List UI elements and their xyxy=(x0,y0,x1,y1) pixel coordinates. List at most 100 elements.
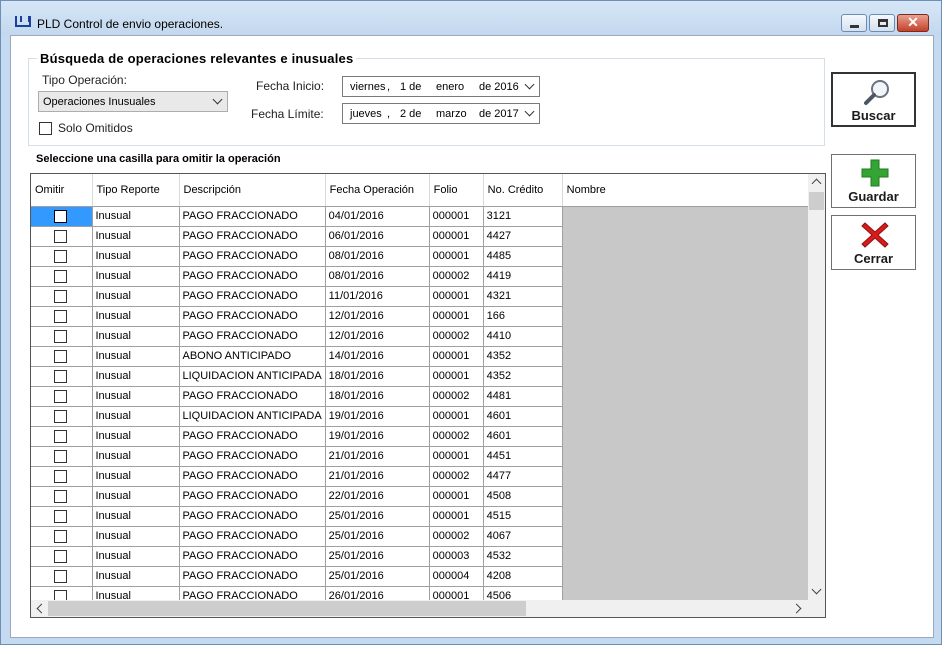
table-row[interactable]: Inusual PAGO FRACCIONADO 25/01/2016 000001 4… xyxy=(31,506,813,527)
col-header-omitir[interactable]: Omitir xyxy=(31,174,93,207)
omitir-checkbox[interactable] xyxy=(54,349,67,363)
omitir-checkbox[interactable] xyxy=(54,269,67,283)
omitir-checkbox[interactable] xyxy=(54,409,67,423)
table-row[interactable]: Inusual PAGO FRACCIONADO 21/01/2016 000002 4… xyxy=(31,466,813,487)
table-row[interactable]: Inusual PAGO FRACCIONADO 06/01/2016 000001 4… xyxy=(31,226,813,247)
table-row[interactable]: Inusual PAGO FRACCIONADO 08/01/2016 000002 4… xyxy=(31,266,813,287)
omitir-checkbox[interactable] xyxy=(54,509,67,523)
table-row[interactable]: Inusual PAGO FRACCIONADO 25/01/2016 000002 4… xyxy=(31,526,813,547)
omitir-cell[interactable] xyxy=(31,326,93,347)
table-row[interactable]: Inusual ABONO ANTICIPADO 14/01/2016 000001 4… xyxy=(31,346,813,367)
omitir-cell[interactable] xyxy=(31,406,93,427)
descripcion-cell: PAGO FRACCIONADO xyxy=(179,566,326,587)
col-header-descripcion[interactable]: Descripción xyxy=(179,174,326,207)
col-header-nombre[interactable]: Nombre xyxy=(562,174,813,207)
omitir-checkbox[interactable] xyxy=(54,369,67,383)
omitir-cell[interactable] xyxy=(31,366,93,387)
scroll-left-icon[interactable] xyxy=(36,603,47,614)
col-header-folio[interactable]: Folio xyxy=(429,174,484,207)
buscar-button[interactable]: Buscar xyxy=(831,72,916,127)
omitir-cell[interactable] xyxy=(31,226,93,247)
vertical-scroll-thumb[interactable] xyxy=(809,192,824,210)
omitir-checkbox[interactable] xyxy=(54,529,67,543)
table-row[interactable]: Inusual PAGO FRACCIONADO 12/01/2016 000002 4… xyxy=(31,326,813,347)
table-row[interactable]: Inusual PAGO FRACCIONADO 11/01/2016 000001 4… xyxy=(31,286,813,307)
table-row[interactable]: Inusual PAGO FRACCIONADO 12/01/2016 000001 1… xyxy=(31,306,813,327)
omitir-cell[interactable] xyxy=(31,426,93,447)
table-row[interactable]: Inusual PAGO FRACCIONADO 04/01/2016 000001 3… xyxy=(31,206,813,227)
table-row[interactable]: Inusual PAGO FRACCIONADO 25/01/2016 000003 4… xyxy=(31,546,813,567)
nombre-cell xyxy=(562,326,813,346)
table-row[interactable]: Inusual PAGO FRACCIONADO 18/01/2016 000002 4… xyxy=(31,386,813,407)
scroll-up-icon[interactable] xyxy=(811,178,822,189)
omitir-cell[interactable] xyxy=(31,266,93,287)
scroll-down-icon[interactable] xyxy=(811,584,822,595)
maximize-button[interactable] xyxy=(869,14,895,32)
fecha-operacion-cell: 25/01/2016 xyxy=(325,566,430,587)
solo-omitidos-checkbox[interactable] xyxy=(39,122,52,135)
omitir-checkbox[interactable] xyxy=(54,449,67,463)
tipo-reporte-cell: Inusual xyxy=(92,286,180,307)
omitir-checkbox[interactable] xyxy=(54,569,67,583)
omitir-checkbox[interactable] xyxy=(54,229,67,243)
scroll-right-icon[interactable] xyxy=(791,603,802,614)
omitir-cell[interactable] xyxy=(31,306,93,327)
fecha-limite-weekday: jueves xyxy=(350,108,382,120)
omitir-cell[interactable] xyxy=(31,206,93,227)
close-button[interactable]: ✕ xyxy=(897,14,929,32)
fecha-operacion-cell: 11/01/2016 xyxy=(325,286,430,307)
cerrar-button[interactable]: Cerrar xyxy=(831,215,916,270)
tipo-operacion-select[interactable]: Operaciones Inusuales xyxy=(38,91,228,112)
fecha-inicio-picker[interactable]: viernes , 1 de enero de 2016 xyxy=(342,76,540,97)
chevron-down-icon xyxy=(212,94,223,105)
fecha-operacion-cell: 14/01/2016 xyxy=(325,346,430,367)
table-row[interactable]: Inusual LIQUIDACION ANTICIPADA 19/01/2016 0… xyxy=(31,406,813,427)
table-row[interactable]: Inusual PAGO FRACCIONADO 21/01/2016 000001 4… xyxy=(31,446,813,467)
omitir-checkbox[interactable] xyxy=(54,549,67,563)
omitir-cell[interactable] xyxy=(31,506,93,527)
omitir-checkbox[interactable] xyxy=(54,389,67,403)
operations-grid[interactable]: Omitir Tipo Reporte Descripción Fecha Op… xyxy=(30,173,826,618)
omitir-cell[interactable] xyxy=(31,346,93,367)
omitir-cell[interactable] xyxy=(31,566,93,587)
vertical-scrollbar[interactable] xyxy=(808,174,825,600)
table-row[interactable]: Inusual PAGO FRACCIONADO 22/01/2016 000001 4… xyxy=(31,486,813,507)
omitir-cell[interactable] xyxy=(31,546,93,567)
omitir-cell[interactable] xyxy=(31,526,93,547)
omitir-cell[interactable] xyxy=(31,486,93,507)
table-row[interactable]: Inusual PAGO FRACCIONADO 08/01/2016 000001 4… xyxy=(31,246,813,267)
guardar-button[interactable]: Guardar xyxy=(831,154,916,208)
omitir-checkbox[interactable] xyxy=(54,429,67,443)
omitir-checkbox[interactable] xyxy=(54,489,67,503)
fecha-limite-picker[interactable]: jueves , 2 de marzo de 2017 xyxy=(342,103,540,124)
col-header-fecha-operacion[interactable]: Fecha Operación xyxy=(325,174,430,207)
omitir-cell[interactable] xyxy=(31,246,93,267)
omitir-checkbox[interactable] xyxy=(54,469,67,483)
descripcion-cell: PAGO FRACCIONADO xyxy=(179,466,326,487)
tipo-reporte-cell: Inusual xyxy=(92,566,180,587)
table-row[interactable]: Inusual LIQUIDACION ANTICIPADA 18/01/2016 0… xyxy=(31,366,813,387)
folio-cell: 000002 xyxy=(429,386,484,407)
tipo-reporte-cell: Inusual xyxy=(92,406,180,427)
omitir-checkbox[interactable] xyxy=(54,309,67,323)
table-row[interactable]: Inusual PAGO FRACCIONADO 19/01/2016 000002 4… xyxy=(31,426,813,447)
tipo-operacion-label: Tipo Operación: xyxy=(42,73,127,87)
fecha-operacion-cell: 18/01/2016 xyxy=(325,386,430,407)
omitir-cell[interactable] xyxy=(31,386,93,407)
col-header-no-credito[interactable]: No. Crédito xyxy=(483,174,563,207)
title-bar[interactable]: PLD Control de envio operaciones. ✕ xyxy=(1,1,941,35)
tipo-operacion-value: Operaciones Inusuales xyxy=(43,96,156,108)
table-row[interactable]: Inusual PAGO FRACCIONADO 25/01/2016 000004 4… xyxy=(31,566,813,587)
omitir-checkbox[interactable] xyxy=(54,249,67,263)
omitir-checkbox[interactable] xyxy=(54,289,67,303)
omitir-cell[interactable] xyxy=(31,466,93,487)
omitir-checkbox[interactable] xyxy=(54,329,67,343)
horizontal-scroll-thumb[interactable] xyxy=(48,601,526,616)
omitir-cell[interactable] xyxy=(31,446,93,467)
horizontal-scrollbar[interactable] xyxy=(31,600,825,617)
no-credito-cell: 3121 xyxy=(483,206,563,227)
minimize-button[interactable] xyxy=(841,14,867,32)
omitir-checkbox[interactable] xyxy=(54,209,67,223)
omitir-cell[interactable] xyxy=(31,286,93,307)
col-header-tipo-reporte[interactable]: Tipo Reporte xyxy=(92,174,180,207)
